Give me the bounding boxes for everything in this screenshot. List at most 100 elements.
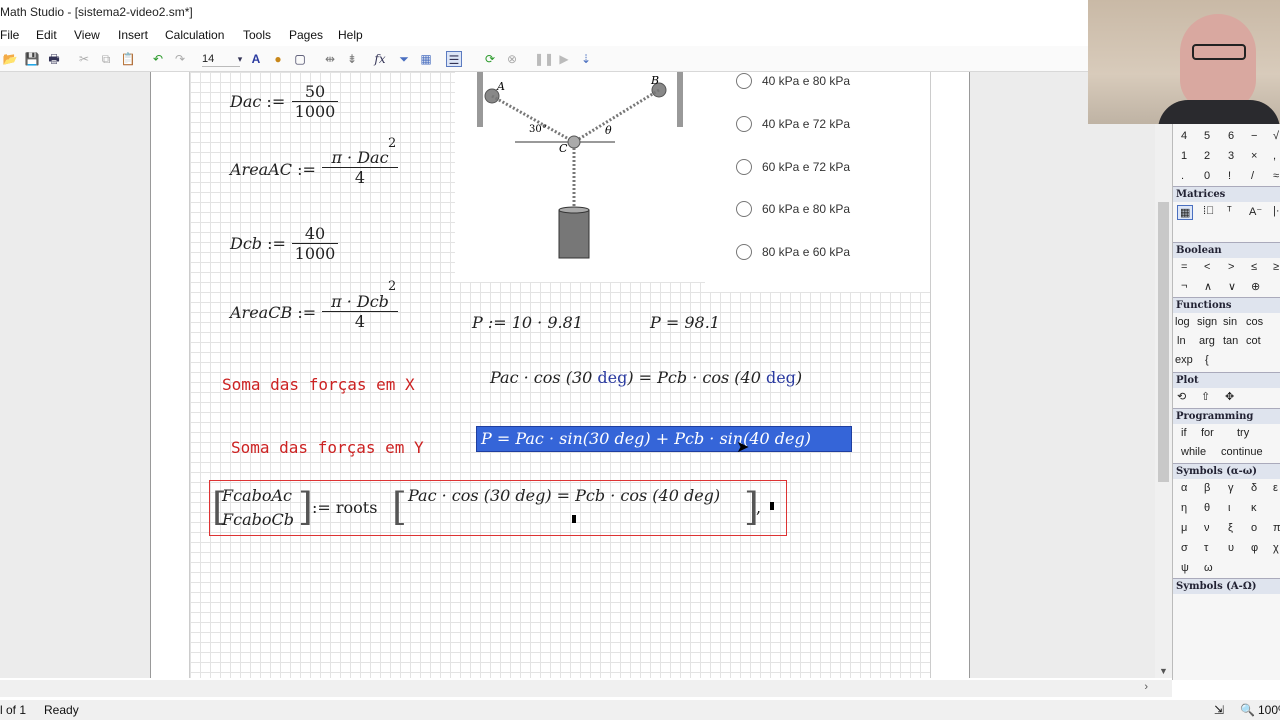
matrix-icon[interactable]: ▦: [1177, 205, 1194, 220]
scroll-down-icon[interactable]: ▼: [1159, 666, 1168, 676]
bool-and[interactable]: ∧: [1204, 280, 1212, 293]
distribute-icon[interactable]: ⇟: [344, 51, 360, 67]
greek-theta[interactable]: θ: [1204, 502, 1210, 514]
prog-for[interactable]: for: [1201, 427, 1214, 439]
key-6[interactable]: 6: [1228, 130, 1234, 142]
fn-tan[interactable]: tan: [1223, 335, 1238, 347]
radio-option-4[interactable]: [736, 201, 752, 217]
key-times[interactable]: ×: [1251, 150, 1257, 162]
greek-xi[interactable]: ξ: [1228, 522, 1233, 534]
fn-sign[interactable]: sign: [1197, 316, 1217, 328]
prog-if[interactable]: if: [1181, 427, 1187, 439]
fn-cos[interactable]: cos: [1246, 316, 1263, 328]
radio-option-1[interactable]: [736, 73, 752, 89]
greek-iota[interactable]: ι: [1228, 502, 1230, 514]
greek-nu[interactable]: ν: [1204, 522, 1210, 534]
section-matrices[interactable]: Matrices: [1173, 186, 1280, 202]
play-icon[interactable]: ▶: [556, 51, 572, 67]
areacb-fraction[interactable]: π · Dcb 4: [322, 292, 398, 331]
fn-cot[interactable]: cot: [1246, 335, 1261, 347]
key-dot[interactable]: .: [1181, 170, 1184, 182]
bool-xor[interactable]: ⊕: [1251, 280, 1260, 293]
recalculate-icon[interactable]: ⟳: [482, 51, 498, 67]
dac-fraction[interactable]: 50 1000: [292, 82, 338, 121]
zoom-icon[interactable]: 🔍: [1240, 703, 1255, 717]
key-minus[interactable]: −: [1251, 130, 1257, 142]
greek-psi[interactable]: ψ: [1181, 562, 1189, 574]
greek-eta[interactable]: η: [1181, 502, 1187, 514]
bool-le[interactable]: ≤: [1251, 261, 1257, 273]
dcb-fraction[interactable]: 40 1000: [292, 224, 338, 263]
function-icon[interactable]: fx: [372, 51, 388, 67]
section-boolean[interactable]: Boolean: [1173, 242, 1280, 258]
radio-option-2[interactable]: [736, 116, 752, 132]
section-functions[interactable]: Functions: [1173, 297, 1280, 313]
undo-icon[interactable]: ↶: [150, 51, 166, 67]
key-3[interactable]: 3: [1228, 150, 1234, 162]
fn-log[interactable]: log: [1175, 316, 1190, 328]
greek-kappa[interactable]: κ: [1251, 502, 1257, 514]
key-divide[interactable]: /: [1251, 170, 1254, 182]
vertical-scroll-thumb[interactable]: [1158, 202, 1169, 482]
menu-help[interactable]: Help: [338, 28, 363, 42]
filter-icon[interactable]: ⏷: [396, 51, 412, 67]
section-symbols-lower[interactable]: Symbols (α-ω): [1173, 463, 1280, 479]
plot-rotate-icon[interactable]: ⟲: [1177, 390, 1186, 403]
grid-toggle-icon[interactable]: ☰: [446, 51, 462, 67]
key-approx[interactable]: ≈: [1273, 170, 1279, 182]
menu-pages[interactable]: Pages: [289, 28, 323, 42]
areaac-fraction[interactable]: π · Dac 4: [322, 148, 398, 187]
bool-ge[interactable]: ≥: [1273, 261, 1279, 273]
horizontal-scrollbar[interactable]: ›: [0, 680, 1172, 697]
key-1[interactable]: 1: [1181, 150, 1187, 162]
greek-delta[interactable]: δ: [1251, 482, 1257, 494]
save-icon[interactable]: 💾: [24, 51, 40, 67]
step-icon[interactable]: ⇣: [578, 51, 594, 67]
color-palette-icon[interactable]: ●: [270, 51, 286, 67]
bool-lt[interactable]: <: [1204, 261, 1210, 273]
greek-chi[interactable]: χ: [1273, 542, 1279, 554]
paste-icon[interactable]: 📋: [120, 51, 136, 67]
bool-gt[interactable]: >: [1228, 261, 1234, 273]
p-definition[interactable]: P := 10 · 9.81: [472, 313, 583, 332]
greek-alpha[interactable]: α: [1181, 482, 1187, 494]
plot-up-icon[interactable]: ⇧: [1201, 390, 1210, 403]
section-plot[interactable]: Plot: [1173, 372, 1280, 388]
align-icon[interactable]: ⇹: [322, 51, 338, 67]
fn-sin[interactable]: sin: [1223, 316, 1237, 328]
copy-icon[interactable]: ⧉: [98, 51, 114, 67]
bool-or[interactable]: ∨: [1228, 280, 1236, 293]
dcb-label[interactable]: Dcb :=: [230, 234, 286, 253]
greek-sigma[interactable]: σ: [1181, 542, 1188, 554]
scroll-right-icon[interactable]: ›: [1144, 681, 1148, 693]
equation-x[interactable]: Pac · cos (30 deg) = Pcb · cos (40 deg): [490, 368, 802, 387]
greek-phi[interactable]: φ: [1251, 542, 1258, 554]
bool-not[interactable]: ¬: [1181, 280, 1187, 292]
print-icon[interactable]: 🖶: [46, 51, 62, 67]
key-comma[interactable]: ,: [1273, 150, 1276, 162]
plot-move-icon[interactable]: ✥: [1225, 390, 1234, 403]
placeholder-cursor[interactable]: [572, 515, 576, 523]
greek-pi[interactable]: π: [1273, 522, 1280, 534]
key-4[interactable]: 4: [1181, 130, 1187, 142]
greek-omega[interactable]: ω: [1204, 562, 1213, 574]
greek-omicron[interactable]: ο: [1251, 522, 1257, 534]
areaac-label[interactable]: AreaAC :=: [230, 160, 316, 179]
greek-mu[interactable]: μ: [1181, 522, 1187, 534]
fn-exp[interactable]: exp: [1175, 354, 1193, 366]
key-5[interactable]: 5: [1204, 130, 1210, 142]
prog-continue[interactable]: continue: [1221, 446, 1263, 458]
prog-try[interactable]: try: [1237, 427, 1249, 439]
fn-ln[interactable]: ln: [1177, 335, 1186, 347]
dac-label[interactable]: Dac :=: [230, 92, 285, 111]
vertical-scrollbar[interactable]: ▼: [1155, 72, 1172, 678]
calculator-icon[interactable]: ▦: [418, 51, 434, 67]
matrix-transpose-icon[interactable]: ᵀ: [1227, 205, 1232, 217]
menu-calculation[interactable]: Calculation: [165, 28, 224, 42]
roots-equation[interactable]: Pac · cos (30 deg) = Pcb · cos (40 deg): [408, 486, 720, 505]
zoom-level[interactable]: 100%: [1258, 703, 1280, 717]
open-icon[interactable]: 📂: [2, 51, 18, 67]
radio-option-5[interactable]: [736, 244, 752, 260]
text-style-icon[interactable]: A: [248, 51, 264, 67]
cut-icon[interactable]: ✂: [76, 51, 92, 67]
